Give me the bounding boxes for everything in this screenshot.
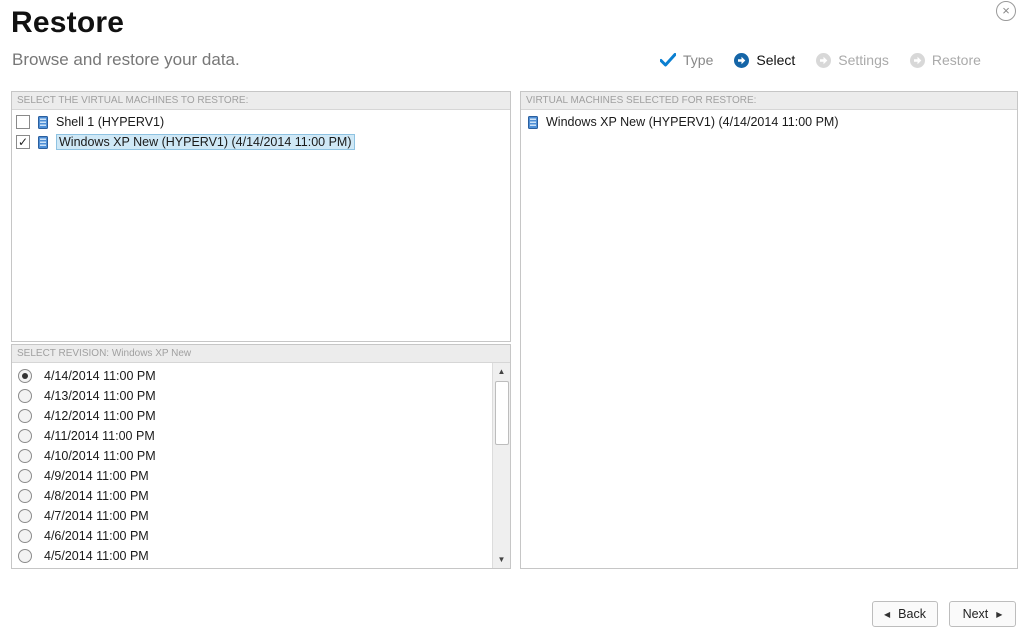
vm-item-windows-xp[interactable]: ✓ Windows XP New (HYPERV1) (4/14/2014 11… [16, 133, 355, 151]
revision-label: 4/5/2014 11:00 PM [44, 549, 149, 563]
revision-panel: SELECT REVISION: Windows XP New 4/14/201… [11, 344, 511, 569]
step-label: Select [756, 52, 796, 68]
close-button[interactable]: × [996, 1, 1016, 21]
scroll-thumb[interactable] [495, 381, 509, 445]
revision-item[interactable]: 4/8/2014 11:00 PM [18, 486, 149, 506]
step-label: Restore [931, 52, 981, 68]
step-restore: Restore [909, 52, 981, 68]
revision-radio[interactable] [18, 449, 32, 463]
scroll-up-arrow-icon[interactable]: ▲ [493, 363, 510, 380]
revision-radio[interactable] [18, 489, 32, 503]
scroll-down-arrow-icon[interactable]: ▼ [493, 551, 510, 568]
revision-label: 4/10/2014 11:00 PM [44, 449, 156, 463]
selected-vm-item[interactable]: Windows XP New (HYPERV1) (4/14/2014 11:0… [528, 113, 839, 131]
revision-label: 4/13/2014 11:00 PM [44, 389, 156, 403]
arrow-right-icon: ▶ [996, 609, 1003, 619]
panel-header: VIRTUAL MACHINES SELECTED FOR RESTORE: [521, 92, 1017, 110]
panel-header: SELECT REVISION: Windows XP New [12, 345, 510, 363]
wizard-steps: Type Select Settings Restore [660, 52, 981, 68]
revision-label: 4/9/2014 11:00 PM [44, 469, 149, 483]
revision-radio[interactable] [18, 429, 32, 443]
revision-label: 4/7/2014 11:00 PM [44, 509, 149, 523]
server-icon [38, 115, 48, 129]
selected-vms-panel: VIRTUAL MACHINES SELECTED FOR RESTORE: W… [520, 91, 1018, 569]
revision-item[interactable]: 4/6/2014 11:00 PM [18, 526, 149, 546]
step-label: Type [683, 52, 714, 68]
revision-item[interactable]: 4/13/2014 11:00 PM [18, 386, 156, 406]
back-button[interactable]: ◀ Back [872, 601, 938, 627]
arrow-circle-icon [816, 52, 832, 68]
vm-label: Shell 1 (HYPERV1) [56, 115, 165, 129]
vm-checkbox[interactable]: ✓ [16, 135, 30, 149]
arrow-circle-icon [734, 52, 750, 68]
vm-selection-panel: SELECT THE VIRTUAL MACHINES TO RESTORE: … [11, 91, 511, 342]
back-label: Back [898, 607, 926, 621]
next-button[interactable]: Next ▶ [949, 601, 1016, 627]
revision-radio[interactable] [18, 389, 32, 403]
vm-label: Windows XP New (HYPERV1) (4/14/2014 11:0… [546, 115, 839, 129]
next-label: Next [962, 607, 989, 621]
vm-checkbox[interactable] [16, 115, 30, 129]
close-icon: × [1002, 3, 1010, 18]
step-settings: Settings [816, 52, 889, 68]
revision-item[interactable]: 4/12/2014 11:00 PM [18, 406, 156, 426]
revision-label: 4/12/2014 11:00 PM [44, 409, 156, 423]
server-icon [38, 135, 48, 149]
check-icon [660, 53, 676, 67]
revision-radio[interactable] [18, 509, 32, 523]
revision-item[interactable]: 4/5/2014 11:00 PM [18, 546, 149, 566]
revision-label: 4/8/2014 11:00 PM [44, 489, 149, 503]
step-type: Type [660, 52, 713, 68]
revision-radio[interactable] [18, 549, 32, 563]
revision-label: 4/14/2014 11:00 PM [44, 369, 156, 383]
vm-item-shell1[interactable]: Shell 1 (HYPERV1) [16, 113, 164, 131]
server-icon [528, 115, 538, 129]
revision-radio[interactable] [18, 529, 32, 543]
revision-item[interactable]: 4/14/2014 11:00 PM [18, 366, 156, 386]
page-title: Restore [11, 6, 125, 39]
revision-radio[interactable] [18, 409, 32, 423]
panel-header: SELECT THE VIRTUAL MACHINES TO RESTORE: [12, 92, 510, 110]
revision-item[interactable]: 4/10/2014 11:00 PM [18, 446, 156, 466]
step-label: Settings [838, 52, 889, 68]
revision-radio[interactable] [18, 469, 32, 483]
revision-label: 4/11/2014 11:00 PM [44, 429, 155, 443]
arrow-circle-icon [909, 52, 925, 68]
revision-label: 4/6/2014 11:00 PM [44, 529, 149, 543]
step-select: Select [734, 52, 795, 68]
revision-item[interactable]: 4/9/2014 11:00 PM [18, 466, 149, 486]
revision-radio[interactable] [18, 369, 32, 383]
revision-item[interactable]: 4/11/2014 11:00 PM [18, 426, 155, 446]
arrow-left-icon: ◀ [884, 609, 891, 619]
page-subtitle: Browse and restore your data. [12, 50, 240, 69]
revision-item[interactable]: 4/7/2014 11:00 PM [18, 506, 149, 526]
revision-scrollbar[interactable]: ▲ ▼ [492, 363, 510, 568]
vm-label: Windows XP New (HYPERV1) (4/14/2014 11:0… [56, 134, 355, 150]
